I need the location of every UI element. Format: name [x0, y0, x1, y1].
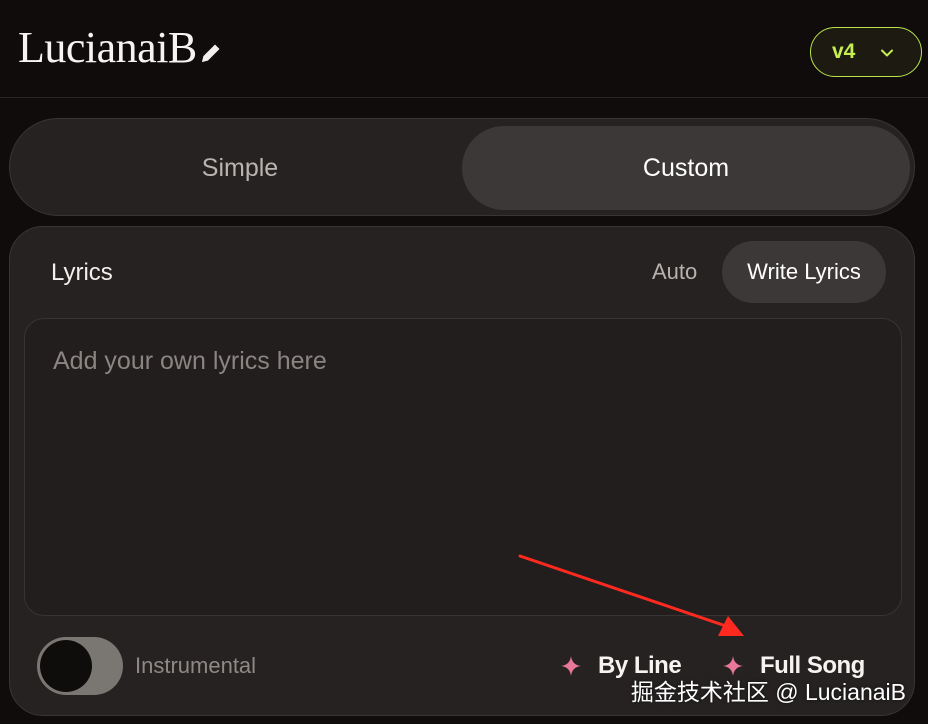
watermark: 掘金技术社区 @ LucianaiB	[630, 679, 906, 705]
pencil-icon[interactable]	[198, 40, 224, 66]
instrumental-toggle[interactable]	[37, 637, 123, 695]
toggle-knob	[40, 640, 92, 692]
lyrics-auto-button[interactable]: Auto	[652, 259, 697, 285]
lyrics-box	[24, 318, 902, 616]
tab-simple[interactable]: Simple	[16, 126, 464, 210]
lyrics-panel: Lyrics Auto Write Lyrics Instrumental By…	[9, 226, 915, 716]
version-label: v4	[832, 40, 856, 63]
instrumental-label: Instrumental	[135, 653, 257, 678]
version-selector[interactable]: v4	[810, 27, 922, 77]
lyrics-input[interactable]	[25, 319, 901, 615]
chevron-down-icon	[879, 43, 895, 59]
tab-custom[interactable]: Custom	[462, 126, 910, 210]
write-lyrics-button[interactable]: Write Lyrics	[722, 241, 886, 303]
lyrics-label: Lyrics	[51, 259, 113, 286]
mode-switch: Simple Custom	[9, 118, 915, 216]
top-bar: LucianaiB v4	[0, 0, 928, 98]
song-title[interactable]: LucianaiB	[18, 22, 197, 74]
sparkle-icon	[560, 655, 582, 677]
